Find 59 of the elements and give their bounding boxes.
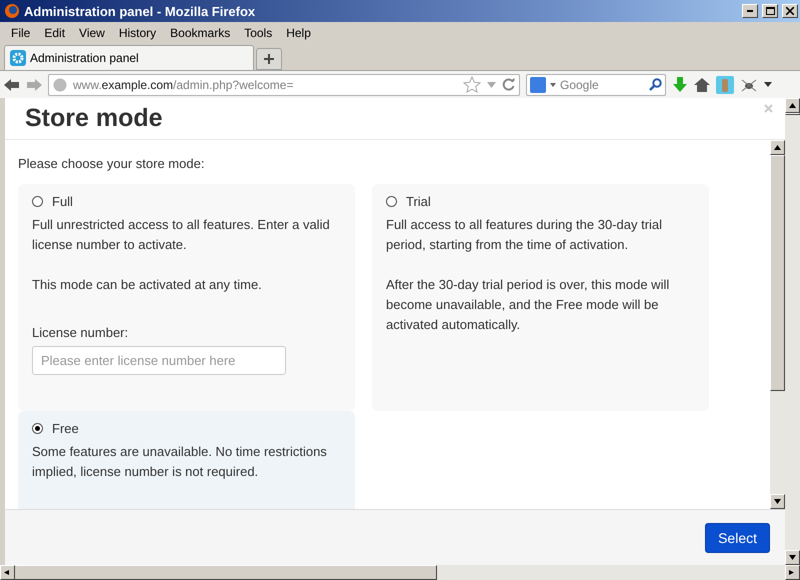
close-button[interactable] <box>782 4 798 18</box>
menu-item[interactable]: File <box>4 26 38 40</box>
menu-item[interactable]: History <box>112 26 164 40</box>
radio-button[interactable] <box>32 196 43 207</box>
plus-icon <box>264 54 274 64</box>
search-engine-icon[interactable] <box>530 76 546 92</box>
mode-description: After the 30-day trial period is over, this mode will become unavailable, and the Free mode will be activated automatically. <box>386 276 670 334</box>
scroll-up-icon[interactable] <box>789 103 796 108</box>
mode-description: Some features are unavailable. No time restrictions implied, license number is not required. <box>32 443 328 481</box>
scroll-down-icon[interactable] <box>774 499 781 504</box>
close-icon <box>786 7 794 15</box>
scroll-down-icon[interactable] <box>789 555 796 560</box>
dropdown-icon[interactable] <box>764 82 772 87</box>
search-icon[interactable] <box>649 78 662 91</box>
menu-item[interactable]: View <box>72 26 112 40</box>
scrollbar[interactable] <box>770 140 785 509</box>
scrollbar[interactable] <box>785 98 800 565</box>
radio-button[interactable] <box>32 423 43 434</box>
menu-item[interactable]: Help <box>279 26 318 40</box>
maximize-button[interactable] <box>762 4 778 18</box>
search-placeholder: Google <box>560 78 600 92</box>
horizontal-scrollbar[interactable] <box>0 565 800 580</box>
field-label: License number: <box>32 325 130 340</box>
url-text: www.example.com/admin.php?welcome= <box>73 78 294 92</box>
browser-tab[interactable]: Administration panel <box>4 45 254 70</box>
maximize-icon <box>766 7 774 15</box>
back-arrow-icon[interactable] <box>4 78 20 92</box>
radio-button[interactable] <box>386 196 397 207</box>
gear-icon <box>10 50 26 66</box>
menu-item[interactable]: Tools <box>237 26 280 40</box>
scroll-up-icon[interactable] <box>774 145 781 150</box>
dialog-title: Store mode <box>25 104 163 133</box>
addon-icon[interactable] <box>716 76 734 94</box>
mode-description: Full access to all features during the 30-day trial period, starting from the time of activation. <box>386 216 664 254</box>
license-field[interactable]: Please enter license number here <box>32 346 286 375</box>
select-button[interactable]: Select <box>705 522 770 552</box>
browser-logo-icon <box>4 3 20 19</box>
tab-label: Administration panel <box>30 51 139 65</box>
reload-icon[interactable] <box>502 78 515 91</box>
minimize-icon <box>747 10 753 12</box>
mode-label: Full <box>52 194 73 209</box>
menu-item[interactable]: Edit <box>37 26 72 40</box>
star-icon[interactable] <box>463 76 481 93</box>
minimize-button[interactable] <box>742 4 758 18</box>
download-arrow-icon[interactable] <box>672 76 688 92</box>
mode-description: Full unrestricted access to all features. Enter a valid license number to activate. <box>32 216 331 254</box>
search-field[interactable]: Google <box>526 74 666 96</box>
address-bar[interactable]: www.example.com/admin.php?welcome= <box>48 74 520 96</box>
mode-description: This mode can be activated at any time. <box>32 276 263 294</box>
mode-label: Trial <box>406 194 431 209</box>
mode-label: Free <box>52 421 79 436</box>
scroll-right-icon[interactable] <box>789 570 796 575</box>
new-tab-button[interactable] <box>256 48 282 70</box>
prompt-text: Please choose your store mode: <box>18 156 206 171</box>
window-title: Administration panel - Mozilla Firefox <box>24 4 256 18</box>
scroll-left-icon[interactable] <box>4 570 11 575</box>
menu-item[interactable]: Bookmarks <box>163 26 238 40</box>
home-icon[interactable] <box>694 76 710 92</box>
dropdown-icon[interactable] <box>550 82 556 86</box>
